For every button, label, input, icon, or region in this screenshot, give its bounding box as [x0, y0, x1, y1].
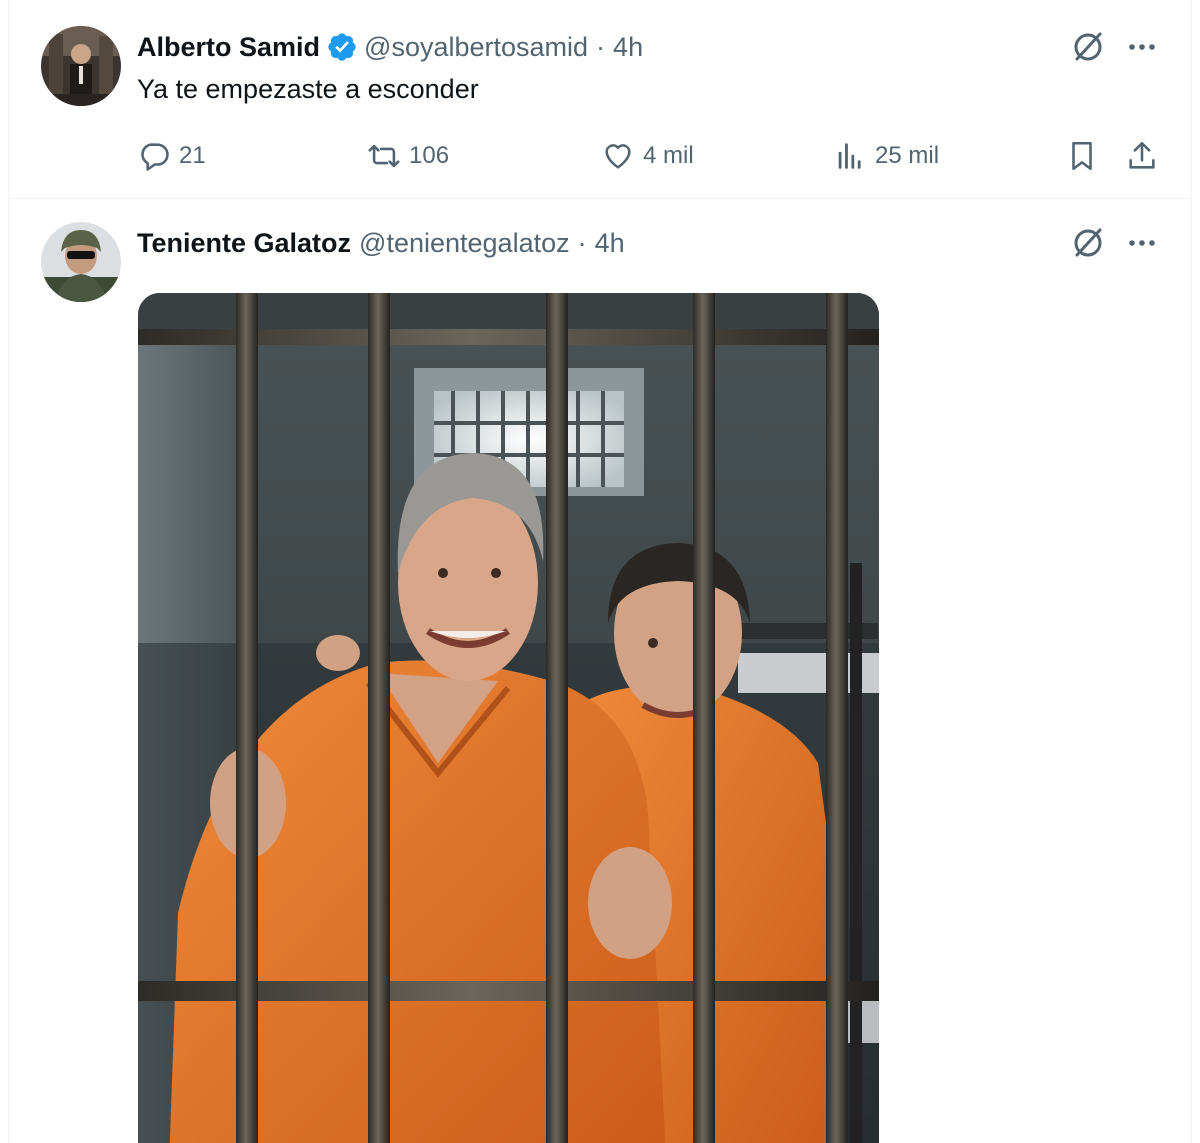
separator-dot: · [577, 227, 587, 258]
share-icon [1129, 141, 1155, 169]
bookmark-icon [1072, 141, 1092, 171]
tweet-actions: 21 106 4 mil 25 mil [9, 136, 1191, 176]
repost-icon [368, 144, 400, 168]
views-button[interactable]: 25 mil [833, 136, 939, 176]
bookmark-button[interactable] [1065, 136, 1099, 176]
like-button[interactable]: 4 mil [601, 136, 694, 176]
avatar[interactable] [41, 26, 121, 106]
more-options-icon[interactable] [1125, 226, 1159, 260]
heart-icon [605, 144, 631, 169]
share-button[interactable] [1125, 136, 1159, 176]
view-count: 25 mil [875, 142, 940, 169]
author-handle[interactable]: @soyalbertosamid [364, 32, 588, 63]
author-handle[interactable]: @tenientegalatoz [359, 228, 570, 259]
like-count: 4 mil [643, 142, 694, 169]
tweet-time[interactable]: 4h [613, 32, 643, 63]
tweet-text: Ya te empezaste a esconder [137, 74, 479, 104]
reply-count: 21 [179, 142, 206, 169]
tweet-time[interactable]: 4h [595, 228, 625, 259]
tweet-image[interactable] [138, 293, 879, 1143]
more-options-icon[interactable] [1125, 30, 1159, 64]
repost-button[interactable]: 106 [367, 136, 449, 176]
verified-badge-icon [326, 31, 358, 63]
repost-count: 106 [409, 142, 450, 169]
tweet-header: Alberto Samid @soyalbertosamid · 4h [137, 30, 643, 64]
timeline-feed: Alberto Samid @soyalbertosamid · 4h Ya t… [8, 0, 1192, 1143]
reply-icon [141, 143, 169, 171]
author-name[interactable]: Teniente Galatoz [137, 228, 351, 259]
tweet-teniente-galatoz[interactable]: Teniente Galatoz @tenientegalatoz · 4h [9, 199, 1191, 1143]
reply-button[interactable]: 21 [137, 136, 206, 176]
author-name[interactable]: Alberto Samid [137, 32, 320, 63]
avatar[interactable] [41, 222, 121, 302]
grok-icon[interactable] [1069, 224, 1107, 262]
tweet-alberto-samid[interactable]: Alberto Samid @soyalbertosamid · 4h Ya t… [9, 0, 1191, 199]
separator-dot: · [596, 31, 606, 62]
grok-icon[interactable] [1069, 28, 1107, 66]
views-chart-icon [838, 143, 861, 169]
prison-cell-photo [138, 293, 879, 1143]
tweet-header: Teniente Galatoz @tenientegalatoz · 4h [137, 226, 625, 260]
